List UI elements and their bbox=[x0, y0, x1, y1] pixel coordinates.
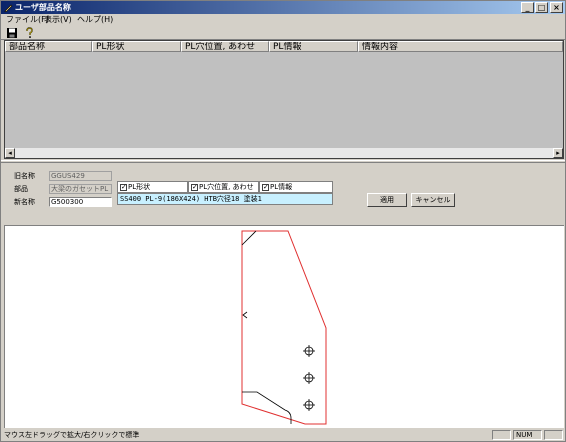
check-mark-icon: ✓ bbox=[262, 182, 269, 191]
bolt-hole-icon bbox=[303, 399, 315, 411]
menu-view[interactable]: 表示(V) bbox=[44, 14, 72, 26]
reference-marker-icon bbox=[242, 311, 248, 319]
horizontal-scrollbar[interactable]: ◂ ▸ bbox=[5, 148, 563, 158]
close-button[interactable]: × bbox=[550, 2, 563, 13]
pl-shape-checkbox-label: PL形状 bbox=[128, 183, 151, 191]
pl-info-checkbox[interactable]: ✓PL情報 bbox=[259, 181, 333, 193]
check-mark-icon: ✓ bbox=[191, 182, 198, 191]
status-bar: マウス左ドラッグで拡大/右クリックで標準 NUM bbox=[1, 429, 565, 441]
pl-hole-checkbox-label: PL穴位置, あわせ bbox=[199, 183, 254, 191]
list-header: 部品名称 PL形状 PL穴位置, あわせ PL情報 情報内容 bbox=[5, 41, 563, 52]
cancel-button[interactable]: キャンセル bbox=[411, 193, 455, 207]
maximize-button[interactable]: □ bbox=[535, 2, 548, 13]
scroll-right-icon[interactable]: ▸ bbox=[553, 148, 563, 158]
old-name-field: GGUS429 bbox=[49, 171, 112, 181]
new-name-input[interactable]: G500300 bbox=[49, 197, 112, 207]
check-mark-icon: ✓ bbox=[120, 182, 127, 191]
column-part-name[interactable]: 部品名称 bbox=[5, 41, 92, 52]
bolt-hole-icon bbox=[303, 372, 315, 384]
pane-splitter[interactable] bbox=[1, 160, 565, 163]
plate-drawing bbox=[241, 230, 327, 425]
app-window: ユーザ部品名称 _ □ × ファイル(F) 表示(V) ヘルプ(H) 部品名称 … bbox=[0, 0, 566, 442]
status-num-indicator: NUM bbox=[513, 430, 542, 440]
menu-help[interactable]: ヘルプ(H) bbox=[77, 14, 113, 26]
plate-outline bbox=[241, 230, 327, 425]
app-pen-icon bbox=[4, 4, 13, 12]
part-label: 部品 bbox=[14, 185, 28, 193]
plate-corner-relief bbox=[242, 391, 292, 424]
plate-corner-chamfer bbox=[241, 230, 257, 246]
status-message: マウス左ドラッグで拡大/右クリックで標準 bbox=[4, 431, 140, 439]
title-bar[interactable]: ユーザ部品名称 _ □ × bbox=[1, 1, 565, 14]
new-name-label: 新名称 bbox=[14, 198, 35, 206]
column-pl-hole[interactable]: PL穴位置, あわせ bbox=[181, 41, 269, 52]
toolbar bbox=[1, 26, 565, 40]
pl-info-summary: SS400 PL-9(186X424) HTB穴径18 塗装1 bbox=[117, 193, 333, 205]
pl-hole-checkbox[interactable]: ✓PL穴位置, あわせ bbox=[188, 181, 259, 193]
window-title: ユーザ部品名称 bbox=[15, 3, 71, 12]
pl-info-checkbox-label: PL情報 bbox=[270, 183, 293, 191]
apply-button[interactable]: 適用 bbox=[367, 193, 407, 207]
list-body[interactable] bbox=[5, 52, 563, 148]
help-pointer-icon[interactable] bbox=[23, 27, 35, 39]
save-icon[interactable] bbox=[6, 27, 18, 39]
column-pl-shape[interactable]: PL形状 bbox=[92, 41, 181, 52]
column-info-content[interactable]: 情報内容 bbox=[358, 41, 563, 52]
menu-bar: ファイル(F) 表示(V) ヘルプ(H) bbox=[1, 14, 565, 26]
column-pl-info[interactable]: PL情報 bbox=[269, 41, 358, 52]
parts-list[interactable]: 部品名称 PL形状 PL穴位置, あわせ PL情報 情報内容 ◂ ▸ bbox=[4, 40, 564, 159]
menu-file[interactable]: ファイル(F) bbox=[6, 14, 49, 26]
minimize-button[interactable]: _ bbox=[521, 2, 534, 13]
status-pane-scroll bbox=[544, 430, 563, 440]
status-pane-empty bbox=[492, 430, 511, 440]
drawing-canvas[interactable] bbox=[4, 225, 564, 428]
bolt-hole-icon bbox=[303, 345, 315, 357]
part-field: 大梁のガセットPL bbox=[49, 184, 112, 194]
edit-panel: 旧名称 GGUS429 部品 大梁のガセットPL 新名称 G500300 ✓PL… bbox=[4, 164, 564, 222]
old-name-label: 旧名称 bbox=[14, 172, 35, 180]
pl-shape-checkbox[interactable]: ✓PL形状 bbox=[117, 181, 188, 193]
scroll-left-icon[interactable]: ◂ bbox=[5, 148, 15, 158]
